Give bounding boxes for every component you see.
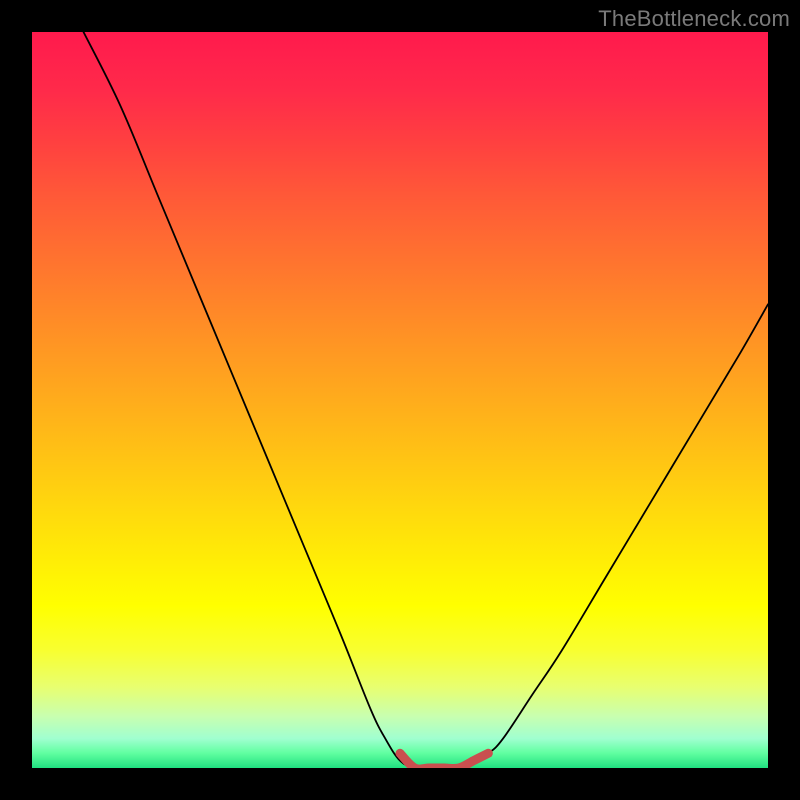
watermark-text: TheBottleneck.com [598, 6, 790, 32]
bottleneck-curve [84, 32, 768, 768]
chart-svg [32, 32, 768, 768]
optimal-range-marker [400, 753, 488, 768]
chart-container: TheBottleneck.com [0, 0, 800, 800]
plot-area [32, 32, 768, 768]
